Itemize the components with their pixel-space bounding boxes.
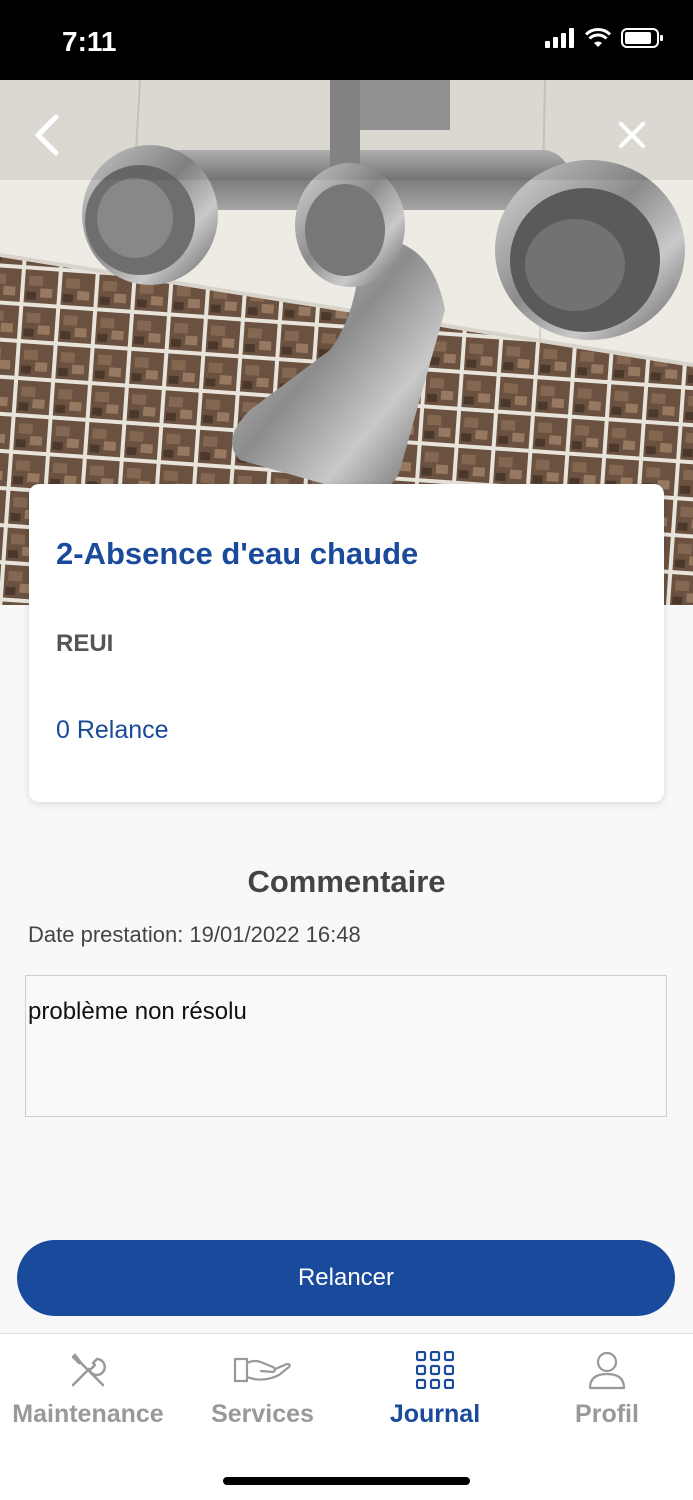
relance-count[interactable]: 0 Relance [56, 716, 169, 745]
issue-code: REUI [56, 630, 114, 657]
tab-services[interactable]: Services [176, 1334, 349, 1444]
person-icon [588, 1351, 626, 1390]
tab-journal[interactable]: Journal [349, 1334, 521, 1444]
tab-label-journal: Journal [389, 1400, 481, 1428]
service-date: Date prestation: 19/01/2022 16:48 [28, 922, 361, 947]
status-bar: 7:11 [0, 0, 693, 80]
hand-icon [233, 1357, 291, 1383]
status-time: 7:11 [62, 26, 117, 57]
close-icon [619, 122, 645, 148]
battery-icon [621, 28, 663, 48]
status-icons [545, 28, 663, 48]
wrench-screwdriver-icon [71, 1353, 106, 1387]
tab-label-services: Services [211, 1400, 314, 1428]
relancer-button[interactable]: Relancer [17, 1240, 675, 1316]
chevron-left-icon [35, 114, 59, 156]
back-button[interactable] [22, 110, 72, 160]
issue-title: 2-Absence d'eau chaude [56, 536, 419, 571]
tab-maintenance[interactable]: Maintenance [0, 1334, 176, 1444]
issue-card: 2-Absence d'eau chaude REUI 0 Relance [29, 484, 664, 802]
home-indicator[interactable] [223, 1477, 470, 1485]
tab-label-profil: Profil [575, 1400, 639, 1428]
tab-bar: Maintenance Services Journal Profil [0, 1333, 693, 1500]
signal-icon [545, 28, 574, 48]
comment-field[interactable]: problème non résolu [25, 975, 667, 1117]
comment-heading: Commentaire [247, 864, 446, 899]
grid-icon [416, 1351, 454, 1389]
close-button[interactable] [607, 110, 657, 160]
tab-label-maintenance: Maintenance [12, 1400, 164, 1428]
tab-profil[interactable]: Profil [521, 1334, 693, 1444]
wifi-icon [585, 28, 611, 47]
